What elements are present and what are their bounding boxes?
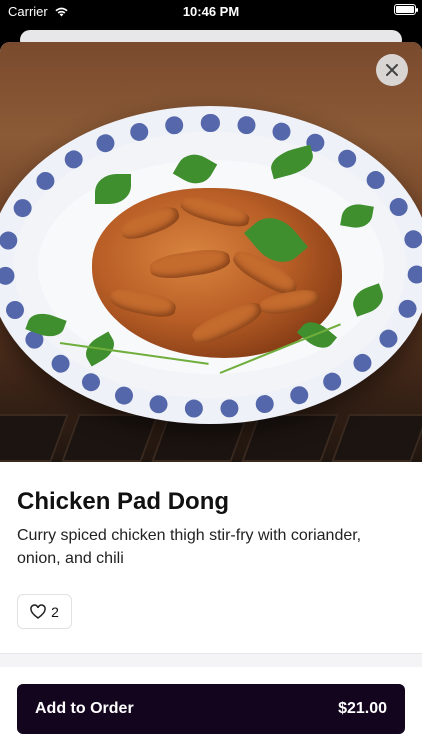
- battery-icon: [394, 4, 418, 15]
- item-description: Curry spiced chicken thigh stir-fry with…: [17, 527, 362, 567]
- close-icon: [386, 64, 398, 76]
- table-tile: [0, 414, 69, 462]
- like-count: 2: [51, 603, 59, 620]
- item-detail-sheet: Chicken Pad Dong Curry spiced chicken th…: [0, 42, 422, 750]
- status-time: 10:46 PM: [182, 4, 240, 19]
- section-divider: [0, 653, 422, 667]
- order-price: $21.00: [338, 700, 387, 717]
- heart-icon: [30, 603, 46, 619]
- close-button[interactable]: [376, 54, 408, 86]
- table-tile: [241, 414, 339, 462]
- table-tile: [331, 414, 422, 462]
- add-to-order-button[interactable]: Add to Order $21.00: [17, 684, 405, 734]
- add-to-order-label: Add to Order: [35, 700, 134, 717]
- battery-fill: [396, 6, 414, 13]
- table-tile: [61, 414, 159, 462]
- food-photo: [0, 42, 422, 462]
- item-title: Chicken Pad Dong: [17, 488, 230, 515]
- like-button[interactable]: 2: [17, 594, 72, 629]
- status-bar: Carrier 10:46 PM: [0, 0, 422, 26]
